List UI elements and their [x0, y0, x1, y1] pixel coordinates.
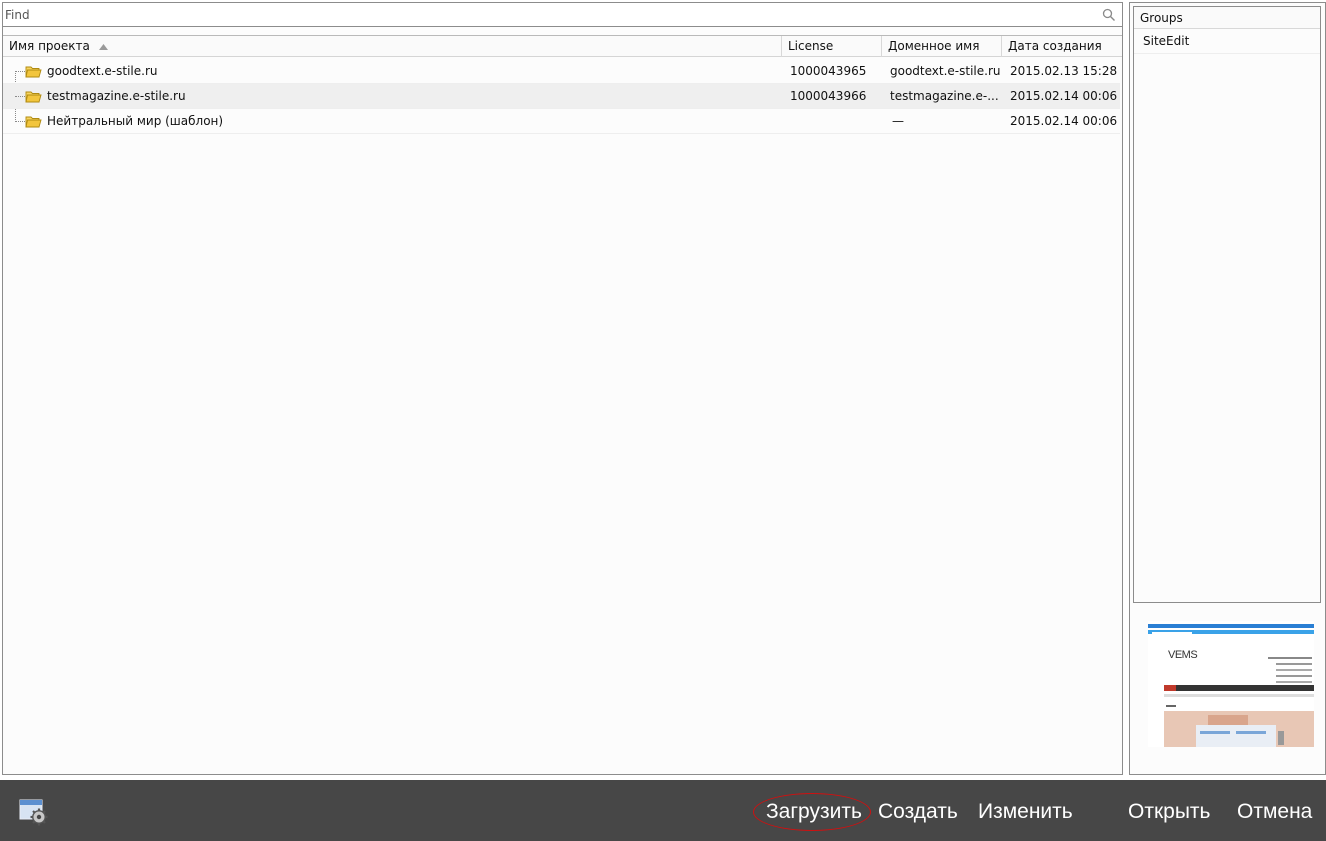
table-row[interactable]: Нейтральный мир (шаблон) — 2015.02.14 00…	[3, 109, 1120, 134]
created-cell: 2015.02.14 00:06	[1010, 114, 1118, 128]
column-header-license[interactable]: License	[782, 36, 882, 57]
create-button[interactable]: Создать	[878, 797, 958, 827]
open-button[interactable]: Открыть	[1128, 797, 1210, 827]
license-cell: 1000043965	[790, 64, 867, 78]
sort-ascending-icon	[99, 44, 108, 50]
domain-cell: goodtext.e-stile.ru	[890, 64, 1000, 78]
table-header: Имя проекта License Доменное имя Дата со…	[3, 35, 1122, 57]
column-header-created[interactable]: Дата создания	[1002, 36, 1120, 57]
group-item-siteedit[interactable]: SiteEdit	[1134, 29, 1320, 54]
settings-window-icon[interactable]	[18, 797, 52, 827]
project-name-cell: goodtext.e-stile.ru	[47, 64, 158, 78]
column-header-label: Доменное имя	[888, 39, 980, 53]
preview-logo-text: VEMS	[1168, 649, 1198, 661]
tree-connector	[15, 71, 25, 72]
created-cell: 2015.02.14 00:06	[1010, 89, 1118, 103]
project-name-cell: testmagazine.e-stile.ru	[47, 89, 186, 103]
side-panel: Groups SiteEdit VEMS	[1129, 2, 1326, 775]
domain-cell: —	[892, 114, 904, 128]
license-cell	[790, 109, 880, 134]
project-name-cell: Нейтральный мир (шаблон)	[47, 114, 224, 128]
tree-connector	[15, 96, 25, 97]
column-header-domain[interactable]: Доменное имя	[882, 36, 1002, 57]
find-input[interactable]	[5, 5, 1095, 24]
license-cell: 1000043966	[790, 89, 867, 103]
tree-connector	[15, 121, 25, 122]
column-header-label: Имя проекта	[9, 39, 90, 53]
edit-button[interactable]: Изменить	[978, 797, 1073, 827]
column-header-label: License	[788, 39, 834, 53]
groups-header: Groups	[1134, 7, 1320, 29]
folder-icon	[25, 91, 42, 103]
load-button[interactable]: Загрузить	[766, 797, 862, 827]
search-icon[interactable]	[1102, 8, 1116, 22]
table-row[interactable]: testmagazine.e-stile.ru 1000043966 testm…	[3, 84, 1120, 109]
bottom-action-bar: Загрузить Создать Изменить Открыть Отмен…	[0, 780, 1326, 841]
project-preview-thumbnail: VEMS	[1148, 621, 1314, 747]
groups-list: Groups SiteEdit	[1133, 6, 1321, 603]
column-header-project-name[interactable]: Имя проекта	[3, 36, 782, 57]
folder-icon	[25, 116, 42, 128]
table-row[interactable]: goodtext.e-stile.ru 1000043965 goodtext.…	[3, 59, 1120, 84]
projects-panel: Имя проекта License Доменное имя Дата со…	[2, 2, 1123, 775]
find-bar	[3, 3, 1122, 27]
preview-image	[1148, 621, 1314, 747]
folder-icon	[25, 66, 42, 78]
domain-cell: testmagazine.e-...	[890, 89, 999, 103]
column-header-label: Дата создания	[1008, 39, 1102, 53]
cancel-button[interactable]: Отмена	[1237, 797, 1312, 827]
created-cell: 2015.02.13 15:28	[1010, 64, 1118, 78]
